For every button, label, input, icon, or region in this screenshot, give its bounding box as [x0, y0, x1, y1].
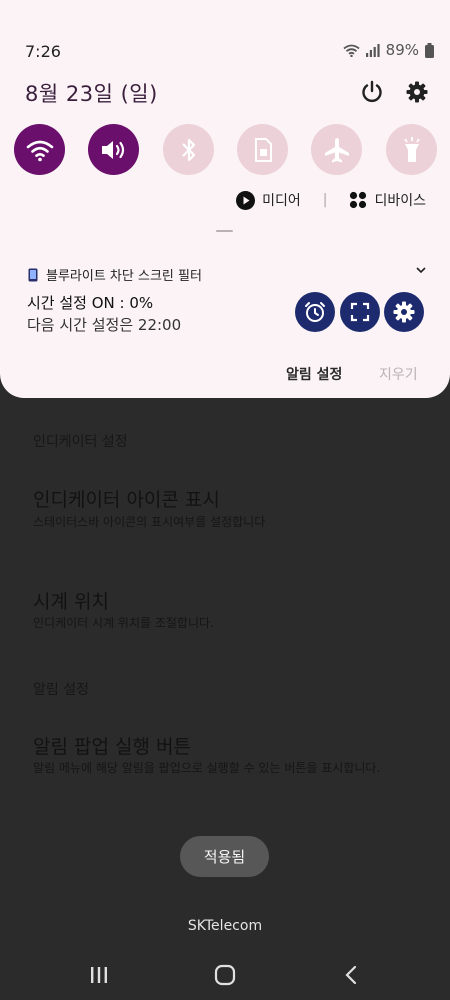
carrier-label: SKTelecom — [187, 918, 263, 934]
tile-sim-card[interactable] — [237, 124, 288, 175]
play-circle-icon — [236, 190, 256, 210]
media-label: 미디어 — [262, 193, 301, 209]
tile-wifi[interactable] — [14, 124, 65, 175]
notification-title: 시간 설정 ON : 0% — [27, 294, 154, 312]
media-device-row: 미디어 | 디바이스 — [236, 190, 426, 210]
setting-clock-position-subtitle: 인디케이터 시계 위치를 조절합니다. — [33, 616, 214, 630]
airplane-icon — [324, 137, 349, 162]
tile-airplane-mode[interactable] — [311, 124, 362, 175]
setting-popup-button-subtitle: 알림 메뉴에 해당 알림을 팝업으로 실행할 수 있는 버튼을 표시합니다. — [33, 761, 381, 775]
back-icon — [345, 965, 357, 985]
devices-label: 디바이스 — [374, 193, 426, 209]
panel-date: 8월 23일 (일) — [25, 82, 158, 106]
toast-message: 적용됨 — [180, 836, 269, 877]
quick-settings-tiles — [14, 124, 439, 176]
notification-settings-button[interactable] — [384, 292, 424, 332]
gear-icon — [393, 301, 415, 323]
home-button[interactable] — [210, 962, 240, 988]
panel-drag-handle[interactable] — [216, 230, 233, 232]
section-header-notification: 알림 설정 — [33, 682, 89, 698]
battery-icon — [425, 42, 434, 58]
setting-clock-position-title[interactable]: 시계 위치 — [33, 587, 109, 614]
signal-icon — [365, 43, 380, 57]
grid-devices-icon — [350, 191, 367, 209]
battery-percent: 89% — [385, 41, 419, 59]
bluetooth-icon — [181, 138, 195, 161]
volume-icon — [101, 140, 124, 159]
notification-header: 블루라이트 차단 스크린 필터 — [28, 265, 202, 284]
sim-card-icon — [254, 137, 272, 162]
section-header-indicator: 인디케이터 설정 — [33, 434, 128, 450]
fullscreen-icon — [350, 302, 370, 322]
fullscreen-button[interactable] — [340, 292, 380, 332]
wifi-icon — [343, 44, 360, 57]
quick-panel: 7:26 89% 8월 23일 (일) 미디어 | 디바이스 블루라이트 차단 … — [0, 0, 450, 398]
divider: | — [322, 192, 328, 208]
status-time: 7:26 — [25, 42, 61, 61]
alarm-icon — [305, 302, 325, 322]
chevron-down-icon[interactable] — [416, 266, 426, 274]
tile-bluetooth[interactable] — [163, 124, 214, 175]
recents-button[interactable] — [84, 962, 114, 988]
app-icon — [28, 268, 38, 281]
wifi-icon — [26, 140, 53, 161]
notification-text: 다음 시간 설정은 22:00 — [27, 316, 182, 334]
power-icon[interactable] — [359, 79, 385, 105]
notification-app-name: 블루라이트 차단 스크린 필터 — [46, 269, 202, 284]
tile-flashlight[interactable] — [386, 124, 437, 175]
setting-popup-button-title[interactable]: 알림 팝업 실행 버튼 — [33, 732, 191, 759]
flashlight-icon — [403, 136, 420, 162]
home-icon — [214, 964, 236, 986]
settings-gear-icon[interactable] — [404, 79, 430, 105]
devices-button[interactable]: 디바이스 — [349, 190, 426, 210]
setting-indicator-icon-title[interactable]: 인디케이터 아이콘 표시 — [33, 485, 220, 512]
alarm-button[interactable] — [295, 292, 335, 332]
back-button[interactable] — [336, 962, 366, 988]
recents-icon — [91, 967, 107, 983]
status-icons: 89% — [343, 41, 434, 59]
tile-sound[interactable] — [88, 124, 139, 175]
clear-notifications-button[interactable]: 지우기 — [379, 364, 418, 384]
setting-indicator-icon-subtitle: 스테이터스바 아이콘의 표시여부를 설정합니다 — [33, 515, 266, 529]
media-button[interactable]: 미디어 — [236, 190, 301, 210]
notification-settings-link[interactable]: 알림 설정 — [286, 364, 342, 384]
